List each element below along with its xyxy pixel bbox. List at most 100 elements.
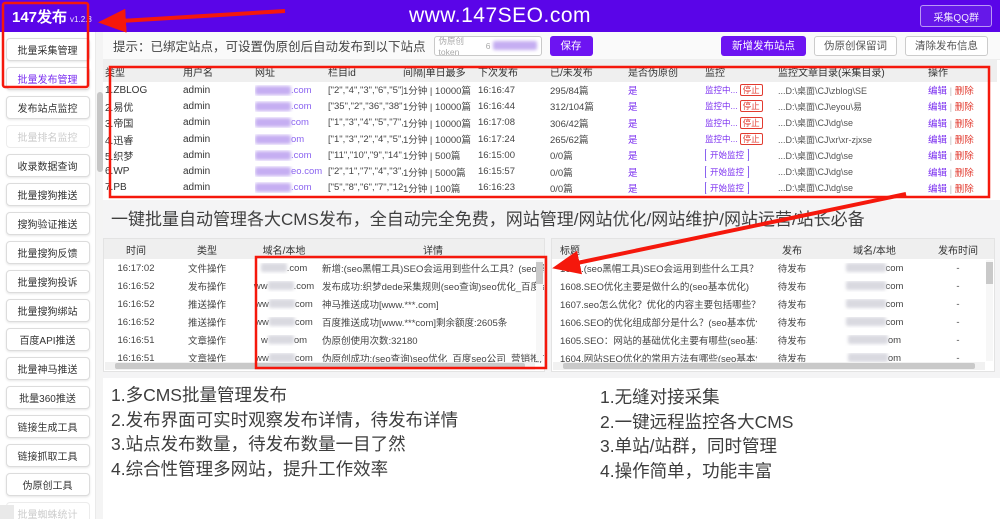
sidebar-item[interactable]: 批量360推送 bbox=[6, 386, 90, 409]
sidebar-item-label: 批量搜狗反馈 bbox=[18, 245, 78, 260]
col-time: 时间 bbox=[104, 242, 168, 257]
col-type: 类型 bbox=[105, 64, 183, 79]
log-row: 16:17:02 文件操作 .com 新增:(seo黑帽工具)SEO会运用到些什… bbox=[104, 259, 544, 277]
pending-domain: com bbox=[827, 299, 922, 310]
sidebar-item-label: 批量发布管理 bbox=[18, 71, 78, 86]
pending-hscroll-thumb[interactable] bbox=[563, 363, 975, 369]
pending-row: 1607.seo怎么优化？优化的内容主要包括哪些？？？(seo基本优化) 待发布… bbox=[552, 295, 994, 313]
site-column-ids: ["1","3","2","4","5","8"] bbox=[328, 134, 403, 145]
site-url-link[interactable]: .com bbox=[255, 182, 328, 193]
sidebar-item[interactable]: 伪原创工具 bbox=[6, 473, 90, 496]
col-monitor: 监控 bbox=[705, 64, 778, 79]
sidebar: 批量采集管理批量发布管理发布站点监控批量排名监控收录数据查询批量搜狗推送搜狗验证… bbox=[0, 32, 95, 519]
sidebar-item[interactable]: 批量采集管理 bbox=[6, 38, 90, 61]
sidebar-item[interactable]: 百度API推送 bbox=[6, 328, 90, 351]
monitor-cell: 监控中...停止 开始监控 bbox=[705, 100, 778, 112]
site-url-link[interactable]: .com bbox=[255, 85, 328, 96]
monitor-cell: 监控中...停止 开始监控 bbox=[705, 84, 778, 96]
pending-horizontal-scrollbar[interactable] bbox=[553, 362, 985, 370]
sidebar-item[interactable]: 批量搜狗推送 bbox=[6, 183, 90, 206]
pseudo-keep-words-button[interactable]: 伪原创保留词 bbox=[814, 36, 897, 56]
site-url-suffix: .com bbox=[291, 101, 312, 112]
edit-link[interactable]: 编辑 bbox=[928, 86, 947, 97]
start-monitor-button[interactable]: 开始监控 bbox=[705, 166, 749, 178]
domain-suffix: com bbox=[886, 317, 904, 328]
site-url-link[interactable]: .com bbox=[255, 101, 328, 112]
stop-button[interactable]: 停止 bbox=[740, 101, 763, 111]
log-domain: wom bbox=[246, 335, 322, 346]
site-url-link[interactable]: com bbox=[255, 117, 328, 128]
edit-link[interactable]: 编辑 bbox=[928, 151, 947, 162]
log-detail: 新增:(seo黑帽工具)SEO会运用到些什么工具？(seo黑帽工具).html bbox=[322, 261, 544, 275]
sidebar-item[interactable]: 收录数据查询 bbox=[6, 154, 90, 177]
separator: | bbox=[947, 135, 955, 146]
site-interval: 1分钟 | 5000篇 bbox=[403, 165, 478, 179]
site-username: admin bbox=[183, 85, 255, 96]
edit-link[interactable]: 编辑 bbox=[928, 168, 947, 179]
sidebar-item[interactable]: 搜狗验证推送 bbox=[6, 212, 90, 235]
pending-vertical-scrollbar[interactable] bbox=[986, 260, 993, 361]
qq-group-button[interactable]: 采集QQ群 bbox=[920, 5, 992, 27]
start-monitor-button[interactable]: 开始监控 bbox=[705, 149, 749, 161]
delete-link[interactable]: 删除 bbox=[955, 119, 974, 130]
site-url-link[interactable]: om bbox=[255, 134, 328, 145]
edit-link[interactable]: 编辑 bbox=[928, 119, 947, 130]
stop-button[interactable]: 停止 bbox=[740, 85, 763, 95]
site-published-count: 306/42篇 bbox=[550, 116, 628, 130]
sidebar-item[interactable]: 链接抓取工具 bbox=[6, 444, 90, 467]
sidebar-item-label: 搜狗验证推送 bbox=[18, 216, 78, 231]
sidebar-item[interactable]: 批量搜狗反馈 bbox=[6, 241, 90, 264]
site-column-ids: ["1","3","4","5","7","6"] bbox=[328, 117, 403, 128]
site-url-link[interactable]: .com bbox=[255, 150, 328, 161]
log-vertical-scrollbar[interactable] bbox=[536, 260, 543, 361]
sidebar-item[interactable]: 批量搜狗绑站 bbox=[6, 299, 90, 322]
start-monitor-button[interactable]: 开始监控 bbox=[705, 182, 749, 194]
site-published-count: 0/0篇 bbox=[550, 165, 628, 179]
sidebar-item[interactable]: 发布站点监控 bbox=[6, 96, 90, 119]
stop-button[interactable]: 停止 bbox=[740, 118, 763, 128]
monitor-directory: ...D:\桌面\CJ\eyou\易 bbox=[778, 100, 928, 113]
redacted-domain bbox=[268, 281, 294, 290]
pending-vscroll-thumb[interactable] bbox=[986, 262, 993, 284]
sidebar-item[interactable]: 链接生成工具 bbox=[6, 415, 90, 438]
log-vscroll-thumb[interactable] bbox=[536, 262, 543, 284]
stop-button[interactable]: 停止 bbox=[740, 134, 763, 144]
delete-link[interactable]: 删除 bbox=[955, 102, 974, 113]
domain-suffix: com bbox=[295, 317, 313, 328]
tip-text: 提示：已绑定站点，可设置伪原创后自动发布到以下站点 bbox=[113, 36, 426, 55]
site-table-row: 4.迅睿 admin om ["1","3","2","4","5","8"] … bbox=[103, 131, 997, 147]
main-content: 提示：已绑定站点，可设置伪原创后自动发布到以下站点 伪原创token 6 保存 … bbox=[103, 32, 1000, 519]
clear-publish-info-button[interactable]: 清除发布信息 bbox=[905, 36, 988, 56]
log-type: 推送操作 bbox=[168, 297, 246, 311]
sidebar-item[interactable]: 批量神马推送 bbox=[6, 357, 90, 380]
redacted-domain bbox=[261, 263, 287, 272]
redacted-token bbox=[493, 41, 537, 50]
log-domain: .com bbox=[246, 263, 322, 274]
domain-suffix: om bbox=[294, 335, 307, 346]
sidebar-item-label: 百度API推送 bbox=[19, 332, 75, 347]
edit-link[interactable]: 编辑 bbox=[928, 102, 947, 113]
site-table: 类型 用户名 网址 栏目id 间隔|单日最多 下次发布 已/未发布 是否伪原创 … bbox=[103, 60, 997, 196]
pending-publish-time: - bbox=[922, 317, 994, 328]
site-url-link[interactable]: eo.com bbox=[255, 166, 328, 177]
token-input[interactable]: 伪原创token 6 bbox=[434, 36, 542, 56]
sidebar-item[interactable]: 批量发布管理 bbox=[6, 67, 90, 90]
add-site-button[interactable]: 新增发布站点 bbox=[721, 36, 806, 56]
site-url-suffix: .com bbox=[291, 150, 312, 161]
delete-link[interactable]: 删除 bbox=[955, 151, 974, 162]
pseudo-flag: 是 bbox=[628, 165, 705, 179]
sidebar-item[interactable]: 批量搜狗投诉 bbox=[6, 270, 90, 293]
domain-prefix: ww bbox=[255, 317, 269, 328]
delete-link[interactable]: 删除 bbox=[955, 168, 974, 179]
delete-link[interactable]: 删除 bbox=[955, 86, 974, 97]
log-hscroll-thumb[interactable] bbox=[115, 363, 525, 369]
save-button[interactable]: 保存 bbox=[550, 36, 593, 56]
delete-link[interactable]: 删除 bbox=[955, 184, 974, 195]
col-pseudo: 是否伪原创 bbox=[628, 64, 705, 79]
pending-domain: com bbox=[827, 317, 922, 328]
site-table-row: 5.织梦 admin .com ["11","10","9","14","...… bbox=[103, 147, 997, 163]
log-horizontal-scrollbar[interactable] bbox=[105, 362, 535, 370]
edit-link[interactable]: 编辑 bbox=[928, 184, 947, 195]
delete-link[interactable]: 删除 bbox=[955, 135, 974, 146]
edit-link[interactable]: 编辑 bbox=[928, 135, 947, 146]
